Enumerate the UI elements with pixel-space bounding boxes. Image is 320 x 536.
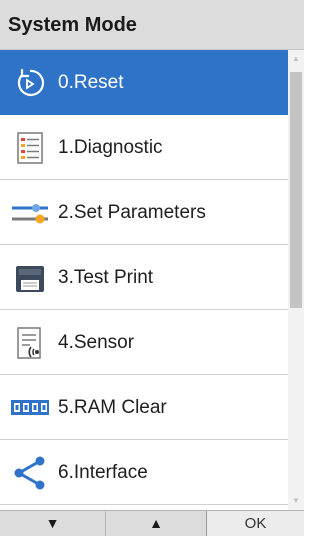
scroll-thumb[interactable] <box>290 72 302 308</box>
share-icon <box>10 453 50 493</box>
scroll-up-arrow-icon[interactable]: ▲ <box>288 52 304 66</box>
menu-item-label: 6.Interface <box>58 462 148 483</box>
printer-icon <box>10 258 50 298</box>
menu-item-label: 4.Sensor <box>58 332 135 353</box>
memory-icon <box>10 388 50 428</box>
menu-list: 0.Reset 1.Diagnostic 2.Set Parameters 3.… <box>0 50 288 510</box>
menu-item-ram-clear[interactable]: 5.RAM Clear <box>0 375 288 440</box>
ok-button[interactable]: OK <box>207 511 304 536</box>
up-button[interactable]: ▲ <box>106 511 207 536</box>
menu-item-label: 0.Reset <box>58 72 124 93</box>
header-bar: System Mode <box>0 0 304 50</box>
page-title: System Mode <box>8 14 137 36</box>
menu-item-label: 3.Test Print <box>58 267 154 288</box>
scrollbar[interactable]: ▲ ▼ <box>288 50 304 510</box>
menu-item-interface[interactable]: 6.Interface <box>0 440 288 505</box>
scroll-down-arrow-icon[interactable]: ▼ <box>288 494 304 508</box>
sensor-icon <box>10 323 50 363</box>
menu-item-label: 5.RAM Clear <box>58 397 167 418</box>
checklist-icon <box>10 128 50 168</box>
menu-item-diagnostic[interactable]: 1.Diagnostic <box>0 115 288 180</box>
menu-item-label: 1.Diagnostic <box>58 137 163 158</box>
menu-item-reset[interactable]: 0.Reset <box>0 50 288 115</box>
menu-item-set-parameters[interactable]: 2.Set Parameters <box>0 180 288 245</box>
menu-item-sensor[interactable]: 4.Sensor <box>0 310 288 375</box>
down-button[interactable]: ▼ <box>0 511 106 536</box>
sliders-icon <box>10 193 50 233</box>
menu-item-label: 2.Set Parameters <box>58 202 206 223</box>
system-mode-screen: System Mode 0.Reset 1.Diagnostic 2.Set P… <box>0 0 304 536</box>
menu-item-test-print[interactable]: 3.Test Print <box>0 245 288 310</box>
footer-bar: ▼ ▲ OK <box>0 510 304 536</box>
reset-icon <box>10 63 50 103</box>
